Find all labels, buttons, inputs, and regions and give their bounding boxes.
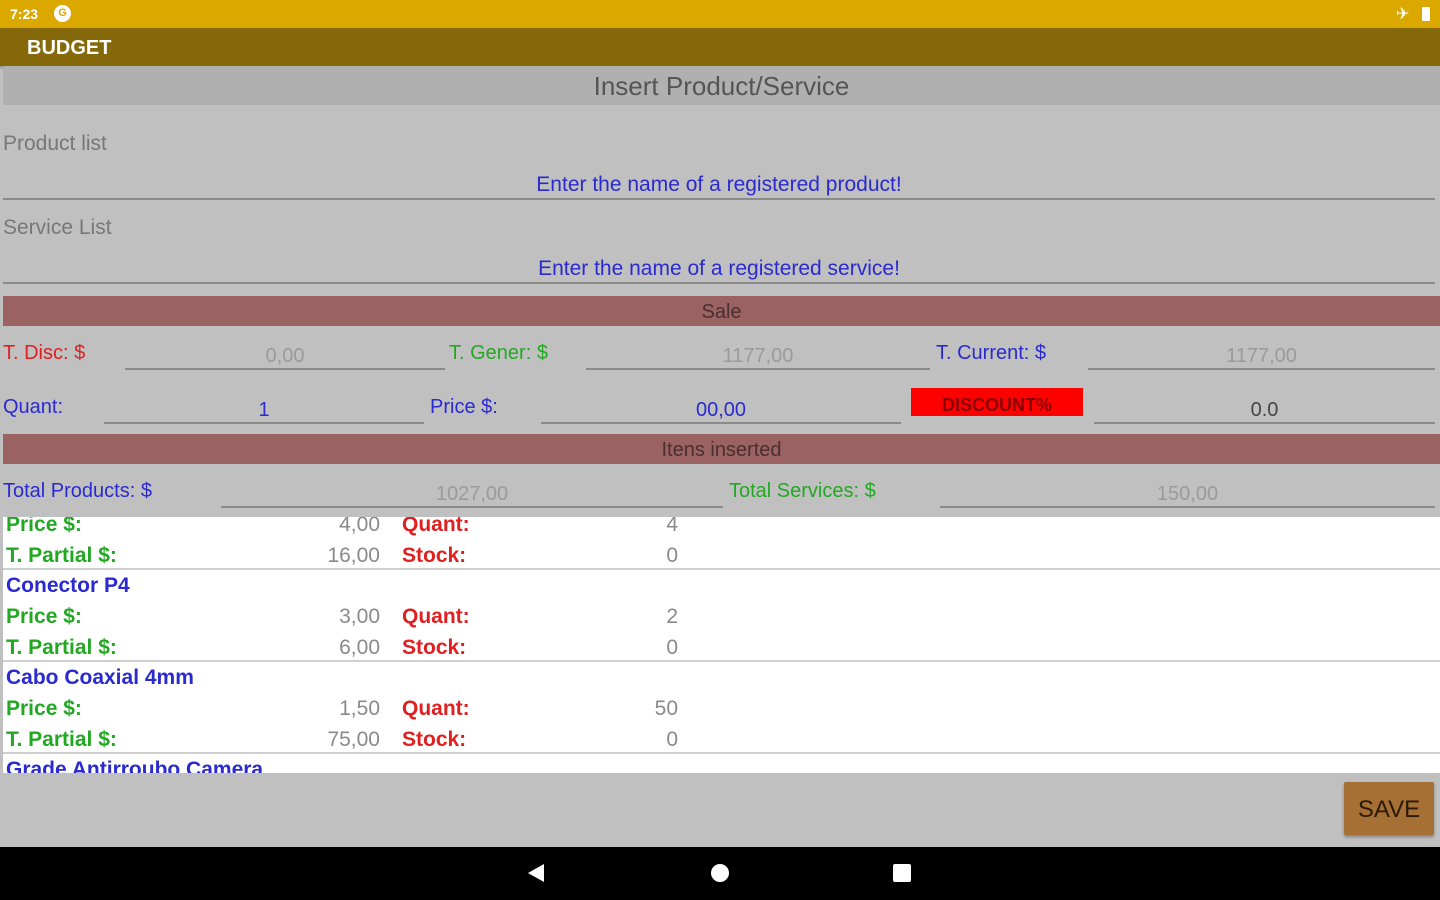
total-discount-field[interactable]: 0,00: [125, 340, 445, 370]
item-quant-label: Quant:: [402, 605, 470, 628]
item-stock-label: Stock:: [402, 544, 467, 567]
list-item[interactable]: Price $: 4,00 Quant: 4 T. Partial $: 16,…: [3, 517, 1440, 570]
item-partial-value: 16,00: [327, 544, 380, 567]
total-current-field[interactable]: 1177,00: [1088, 340, 1435, 370]
main-content: Insert Product/Service Product list Ente…: [3, 66, 1440, 847]
total-general-label: T. Gener: $: [449, 342, 548, 364]
item-quant-value: 50: [654, 697, 678, 720]
discount-button[interactable]: DISCOUNT%: [911, 388, 1083, 416]
app-title: BUDGET: [27, 37, 112, 59]
item-stock-value: 0: [666, 636, 678, 659]
total-current-label: T. Current: $: [936, 342, 1047, 364]
item-row-price: Price $: 3,00 Quant: 2: [3, 605, 703, 635]
quantity-label: Quant:: [3, 396, 64, 418]
save-button[interactable]: SAVE: [1344, 782, 1434, 835]
item-partial-label: T. Partial $:: [6, 544, 117, 567]
product-list-label: Product list: [3, 132, 107, 155]
item-stock-value: 0: [666, 544, 678, 567]
item-quant-label: Quant:: [402, 517, 470, 536]
total-products-field[interactable]: 1027,00: [221, 478, 723, 508]
item-stock-label: Stock:: [402, 728, 467, 751]
item-partial-label: T. Partial $:: [6, 728, 117, 751]
total-general-field[interactable]: 1177,00: [586, 340, 930, 370]
item-name: Grade Antirroubo Camera: [6, 758, 264, 773]
item-price-value: 3,00: [339, 605, 380, 628]
item-partial-value: 75,00: [327, 728, 380, 751]
price-label: Price $:: [430, 396, 498, 418]
status-time: 7:23: [10, 6, 39, 22]
bottom-bar: SAVE: [3, 773, 1440, 847]
item-partial-value: 6,00: [339, 636, 380, 659]
back-icon[interactable]: [528, 864, 544, 882]
airplane-mode-icon: ✈: [1396, 6, 1410, 23]
recent-apps-icon[interactable]: [893, 864, 911, 882]
item-quant-value: 2: [666, 605, 678, 628]
items-inserted-header: Itens inserted: [3, 434, 1440, 464]
quantity-field[interactable]: 1: [104, 394, 424, 424]
item-row-price: Price $: 1,50 Quant: 50: [3, 697, 703, 727]
item-stock-value: 0: [666, 728, 678, 751]
price-field[interactable]: 00,00: [541, 394, 901, 424]
item-quant-label: Quant:: [402, 697, 470, 720]
product-search-input[interactable]: Enter the name of a registered product!: [3, 170, 1435, 200]
list-item[interactable]: Grade Antirroubo Camera: [3, 754, 1440, 773]
item-price-value: 1,50: [339, 697, 380, 720]
service-search-input[interactable]: Enter the name of a registered service!: [3, 254, 1435, 284]
item-row-price: Price $: 4,00 Quant: 4: [3, 517, 703, 543]
battery-icon: [1422, 7, 1430, 21]
status-bar: 7:23 G ✈: [0, 0, 1440, 28]
total-services-field[interactable]: 150,00: [940, 478, 1435, 508]
item-price-value: 4,00: [339, 517, 380, 536]
inserted-items-list[interactable]: Price $: 4,00 Quant: 4 T. Partial $: 16,…: [3, 517, 1440, 773]
navigation-bar: [0, 847, 1440, 900]
total-discount-label: T. Disc: $: [3, 342, 86, 364]
sale-header: Sale: [3, 296, 1440, 326]
discount-field[interactable]: 0.0: [1094, 394, 1435, 424]
page-title: Insert Product/Service: [3, 66, 1440, 105]
total-services-label: Total Services: $: [729, 480, 876, 502]
total-products-label: Total Products: $: [3, 480, 152, 502]
item-price-label: Price $:: [6, 697, 82, 720]
item-price-label: Price $:: [6, 605, 82, 628]
item-name: Conector P4: [6, 574, 130, 597]
item-quant-value: 4: [666, 517, 678, 536]
item-stock-label: Stock:: [402, 636, 467, 659]
item-partial-label: T. Partial $:: [6, 636, 117, 659]
item-name: Cabo Coaxial 4mm: [6, 666, 194, 689]
notification-icon: G: [54, 5, 71, 22]
service-list-label: Service List: [3, 216, 112, 239]
list-item[interactable]: Cabo Coaxial 4mm Price $: 1,50 Quant: 50…: [3, 662, 1440, 754]
item-price-label: Price $:: [6, 517, 82, 536]
home-icon[interactable]: [711, 864, 729, 882]
app-bar: BUDGET: [0, 28, 1440, 66]
list-item[interactable]: Conector P4 Price $: 3,00 Quant: 2 T. Pa…: [3, 570, 1440, 662]
